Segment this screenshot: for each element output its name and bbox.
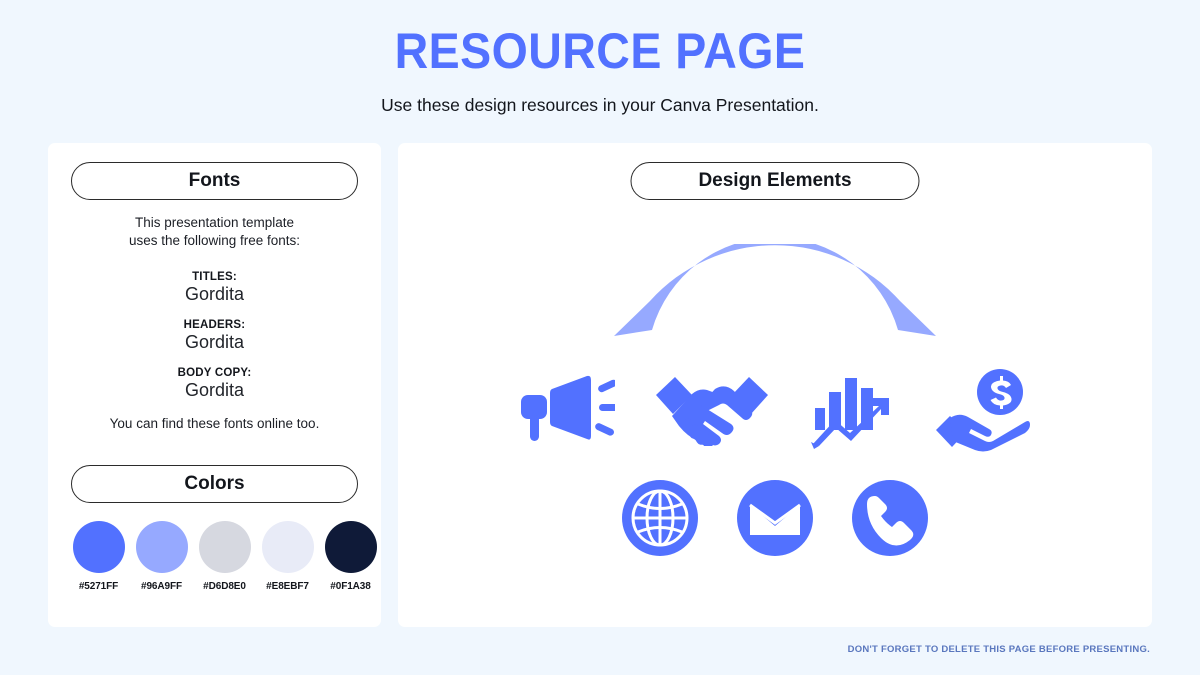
colors-heading-pill: Colors — [71, 465, 358, 503]
color-swatch-hex: #0F1A38 — [330, 581, 371, 592]
color-swatch-dot — [261, 521, 314, 573]
color-swatch-item: #96A9FF — [134, 521, 189, 592]
colors-heading-label: Colors — [184, 473, 245, 494]
envelope-icon[interactable] — [735, 478, 815, 558]
growth-chart-icon[interactable] — [809, 370, 893, 450]
design-elements-heading-pill: Design Elements — [630, 162, 920, 200]
color-swatch-hex: #D6D8E0 — [203, 581, 246, 592]
color-swatch-item: #5271FF — [71, 521, 126, 592]
fonts-intro-text: This presentation template uses the foll… — [48, 214, 381, 250]
delete-page-reminder: DON'T FORGET TO DELETE THIS PAGE BEFORE … — [847, 644, 1150, 655]
megaphone-icon[interactable] — [519, 373, 615, 447]
globe-icon[interactable] — [620, 478, 700, 558]
font-group-titles: TITLES: Gordita — [48, 271, 381, 305]
design-elements-heading-label: Design Elements — [698, 170, 852, 191]
fonts-intro-line-2: uses the following free fonts: — [128, 232, 301, 248]
font-group-name: Gordita — [184, 284, 245, 304]
page-header: RESOURCE PAGE Use these design resources… — [0, 0, 1200, 116]
hand-with-money-icon[interactable] — [933, 368, 1031, 452]
cards-container: Fonts This presentation template uses th… — [48, 143, 1152, 627]
color-swatch-dot — [135, 521, 188, 573]
color-swatch-hex: #5271FF — [78, 581, 119, 592]
font-group-body-copy: BODY COPY: Gordita — [48, 367, 381, 401]
fonts-heading-label: Fonts — [188, 170, 241, 191]
color-swatch-item: #D6D8E0 — [197, 521, 252, 592]
page-title: RESOURCE PAGE — [394, 23, 806, 79]
color-swatch-hex: #E8EBF7 — [266, 581, 309, 592]
phone-icon[interactable] — [850, 478, 930, 558]
font-group-name: Gordita — [184, 380, 245, 400]
design-icons-row-contact — [398, 478, 1152, 558]
fonts-outro-text: You can find these fonts online too. — [109, 416, 320, 431]
color-swatch-dot — [198, 521, 251, 573]
fonts-and-colors-card: Fonts This presentation template uses th… — [48, 143, 381, 627]
design-icons-row-primary — [398, 368, 1152, 452]
font-group-label: TITLES: — [192, 271, 237, 283]
color-swatch-dot — [72, 521, 125, 573]
color-swatch-hex: #96A9FF — [141, 581, 182, 592]
design-elements-card: Design Elements — [398, 143, 1152, 627]
font-group-headers: HEADERS: Gordita — [48, 319, 381, 353]
fonts-intro-line-1: This presentation template — [134, 215, 295, 230]
handshake-icon[interactable] — [655, 374, 769, 446]
color-swatch-item: #E8EBF7 — [260, 521, 315, 592]
decorative-arc — [610, 237, 940, 344]
color-swatch-list: #5271FF #96A9FF #D6D8E0 #E8EBF7 #0F1A38 — [71, 521, 378, 592]
page-subtitle: Use these design resources in your Canva… — [381, 95, 819, 115]
font-group-label: BODY COPY: — [177, 367, 252, 379]
fonts-heading-pill: Fonts — [71, 162, 358, 200]
color-swatch-dot — [324, 521, 377, 573]
color-swatch-item: #0F1A38 — [323, 521, 378, 592]
font-group-label: HEADERS: — [183, 319, 246, 331]
font-group-name: Gordita — [184, 332, 245, 352]
